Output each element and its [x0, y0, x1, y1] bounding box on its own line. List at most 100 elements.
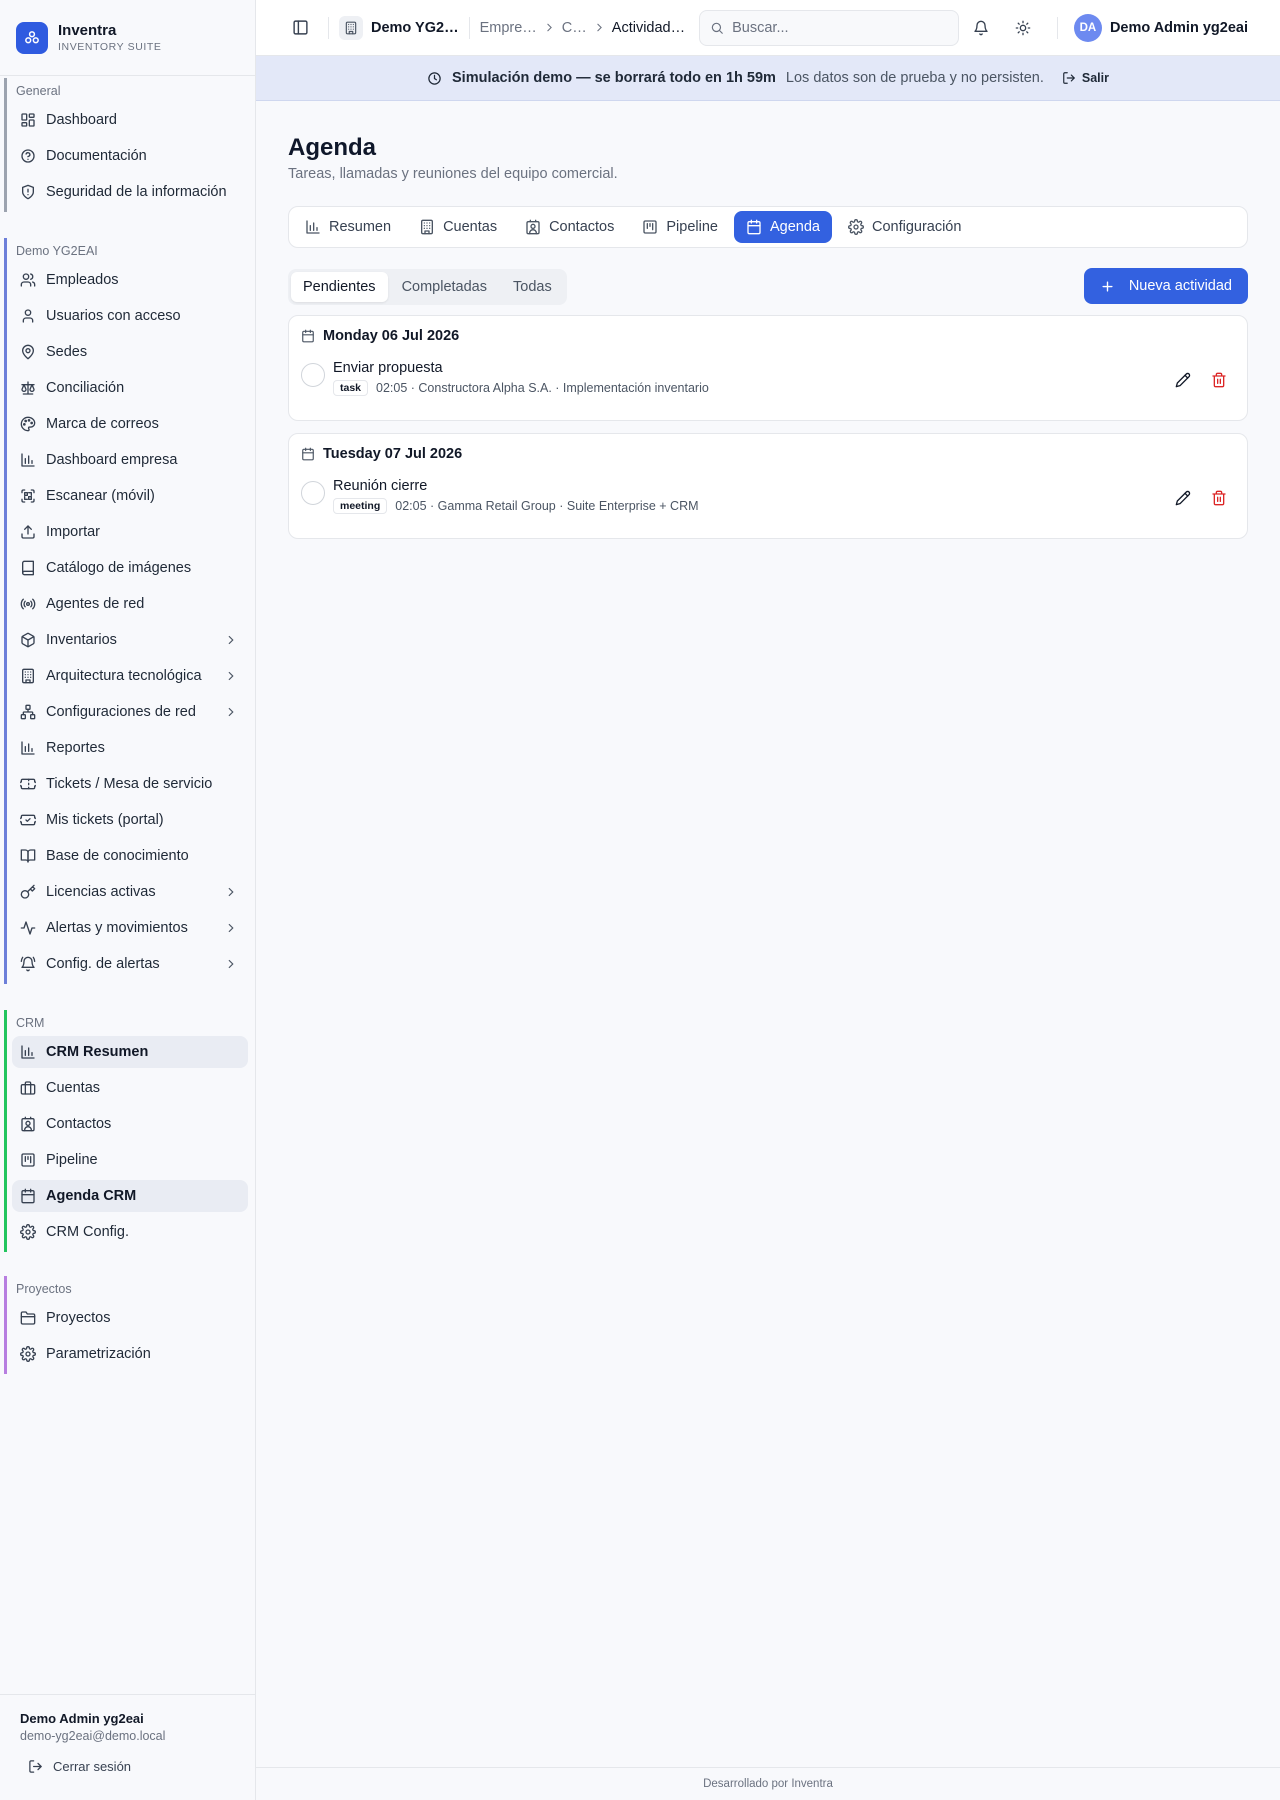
exit-demo-button[interactable]: Salir [1062, 71, 1109, 85]
bar-chart-icon [20, 452, 36, 468]
activity-type-badge: meeting [333, 498, 388, 514]
sidebar-item-proyectos[interactable]: Proyectos [12, 1302, 248, 1334]
clock-icon [427, 71, 442, 86]
filter-completadas[interactable]: Completadas [390, 272, 499, 302]
bell-ring-icon [20, 956, 36, 972]
sidebar-item-base-de-conocimiento[interactable]: Base de conocimiento [12, 840, 248, 872]
sidebar-item-crm-config[interactable]: CRM Config. [12, 1216, 248, 1248]
shield-icon [20, 184, 36, 200]
book-icon [20, 560, 36, 576]
help-circle-icon [20, 148, 36, 164]
sidebar-item-agentes-de-red[interactable]: Agentes de red [12, 588, 248, 620]
day-header: Tuesday 07 Jul 2026 [301, 446, 462, 462]
sidebar-item-documentacion[interactable]: Documentación [12, 140, 248, 172]
sidebar-footer: Demo Admin yg2eai demo-yg2eai@demo.local… [0, 1694, 255, 1800]
sidebar-item-licencias-activas[interactable]: Licencias activas [12, 876, 248, 908]
sidebar-section-title: Proyectos [16, 1282, 72, 1296]
sidebar-item-dashboard-empresa[interactable]: Dashboard empresa [12, 444, 248, 476]
topbar: Demo YG2… Empre… C… Actividad… Buscar...… [256, 0, 1280, 56]
tab-cuentas[interactable]: Cuentas [407, 211, 509, 243]
tab-pipeline[interactable]: Pipeline [630, 211, 730, 243]
sidebar-item-label: Config. de alertas [46, 956, 160, 972]
notifications-button[interactable] [963, 10, 999, 46]
theme-toggle-button[interactable] [1005, 10, 1041, 46]
divider [328, 16, 329, 39]
sidebar-section-title: CRM [16, 1016, 45, 1030]
delete-button[interactable] [1205, 484, 1233, 512]
company-switcher[interactable]: Demo YG2… [339, 15, 459, 40]
tab-agenda[interactable]: Agenda [733, 211, 832, 243]
tab-contactos[interactable]: Contactos [513, 211, 626, 243]
sidebar-item-catalogo-de-imagenes[interactable]: Catálogo de imágenes [12, 552, 248, 584]
sidebar-item-mis-tickets-portal[interactable]: Mis tickets (portal) [12, 804, 248, 836]
new-activity-button[interactable]: Nueva actividad [1083, 268, 1248, 304]
sidebar-item-label: Empleados [46, 272, 119, 288]
sidebar-item-cuentas[interactable]: Cuentas [12, 1072, 248, 1104]
package-icon [20, 632, 36, 648]
brand[interactable]: Inventra INVENTORY SUITE [0, 0, 255, 76]
activity-item: Reunión cierre meeting 02:05 · Gamma Retai… [301, 478, 1235, 522]
edit-button[interactable] [1169, 366, 1197, 394]
delete-button[interactable] [1205, 366, 1233, 394]
day-group: Tuesday 07 Jul 2026 Reunión cierre meeting… [288, 433, 1248, 539]
sidebar-item-empleados[interactable]: Empleados [12, 264, 248, 296]
brand-name: Inventra [58, 22, 117, 39]
sidebar-toggle-button[interactable] [282, 10, 318, 46]
complete-checkbox[interactable] [301, 481, 325, 505]
activity-filter: Pendientes Completadas Todas [288, 269, 567, 305]
search-placeholder: Buscar... [732, 19, 789, 36]
sidebar-item-sedes[interactable]: Sedes [12, 336, 248, 368]
sidebar-item-inventarios[interactable]: Inventarios [12, 624, 248, 656]
sidebar-item-label: Contactos [46, 1116, 112, 1132]
tab-configuracion[interactable]: Configuración [836, 211, 973, 243]
filter-pendientes[interactable]: Pendientes [291, 272, 388, 302]
sidebar-item-importar[interactable]: Importar [12, 516, 248, 548]
gear-icon [20, 1346, 36, 1362]
sidebar-section: Demo YG2EAI Empleados Usuarios con acceso S… [4, 238, 252, 984]
sidebar-item-conciliacion[interactable]: Conciliación [12, 372, 248, 404]
sidebar-item-reportes[interactable]: Reportes [12, 732, 248, 764]
search-input[interactable]: Buscar... [699, 9, 960, 46]
activity-actions [1169, 484, 1233, 512]
sidebar-user-email: demo-yg2eai@demo.local [20, 1729, 166, 1743]
sidebar-item-pipeline[interactable]: Pipeline [12, 1144, 248, 1176]
page-title: Agenda [288, 134, 377, 161]
activity-title: Reunión cierre [333, 478, 428, 494]
user-icon [20, 308, 36, 324]
sidebar-item-marca-de-correos[interactable]: Marca de correos [12, 408, 248, 440]
chevron-right-icon [593, 21, 606, 34]
sidebar-item-agenda-crm[interactable]: Agenda CRM [12, 1180, 248, 1212]
edit-button[interactable] [1169, 484, 1197, 512]
page-footer: Desarrollado por Inventra [256, 1767, 1280, 1800]
user-menu[interactable]: DA Demo Admin yg2eai [1073, 13, 1248, 42]
activity-title: Enviar propuesta [333, 360, 443, 376]
sidebar-item-dashboard[interactable]: Dashboard [12, 104, 248, 136]
exit-label: Salir [1081, 71, 1109, 85]
user-name: Demo Admin yg2eai [1109, 19, 1248, 36]
sidebar-item-configuraciones-de-red[interactable]: Configuraciones de red [12, 696, 248, 728]
sidebar-item-usuarios-con-acceso[interactable]: Usuarios con acceso [12, 300, 248, 332]
sidebar-item-config-de-alertas[interactable]: Config. de alertas [12, 948, 248, 980]
divider [1056, 16, 1058, 39]
activity-icon [20, 920, 36, 936]
sidebar-item-label: Arquitectura tecnológica [46, 668, 202, 684]
sidebar-item-tickets-mesa-de-servicio[interactable]: Tickets / Mesa de servicio [12, 768, 248, 800]
logout-button[interactable]: Cerrar sesión [20, 1759, 235, 1774]
sidebar-item-escanear-movil[interactable]: Escanear (móvil) [12, 480, 248, 512]
filter-todas[interactable]: Todas [501, 272, 564, 302]
sidebar-item-crm-resumen[interactable]: CRM Resumen [12, 1036, 248, 1068]
sidebar-item-arquitectura-tecnologica[interactable]: Arquitectura tecnológica [12, 660, 248, 692]
briefcase-icon [20, 1080, 36, 1096]
chevron-right-icon [224, 633, 238, 647]
sidebar-item-alertas-y-movimientos[interactable]: Alertas y movimientos [12, 912, 248, 944]
breadcrumb-item[interactable]: C… [562, 20, 587, 36]
activity-meta: meeting 02:05 · Gamma Retail Group · Suit… [333, 498, 699, 514]
tab-label: Contactos [549, 219, 615, 235]
sidebar-item-contactos[interactable]: Contactos [12, 1108, 248, 1140]
breadcrumb-item[interactable]: Empre… [480, 20, 537, 36]
complete-checkbox[interactable] [301, 363, 325, 387]
chevron-right-icon [224, 921, 238, 935]
sidebar-item-seguridad-de-la-informacion[interactable]: Seguridad de la información [12, 176, 248, 208]
tab-resumen[interactable]: Resumen [293, 211, 403, 243]
sidebar-item-parametrizacion[interactable]: Parametrización [12, 1338, 248, 1370]
